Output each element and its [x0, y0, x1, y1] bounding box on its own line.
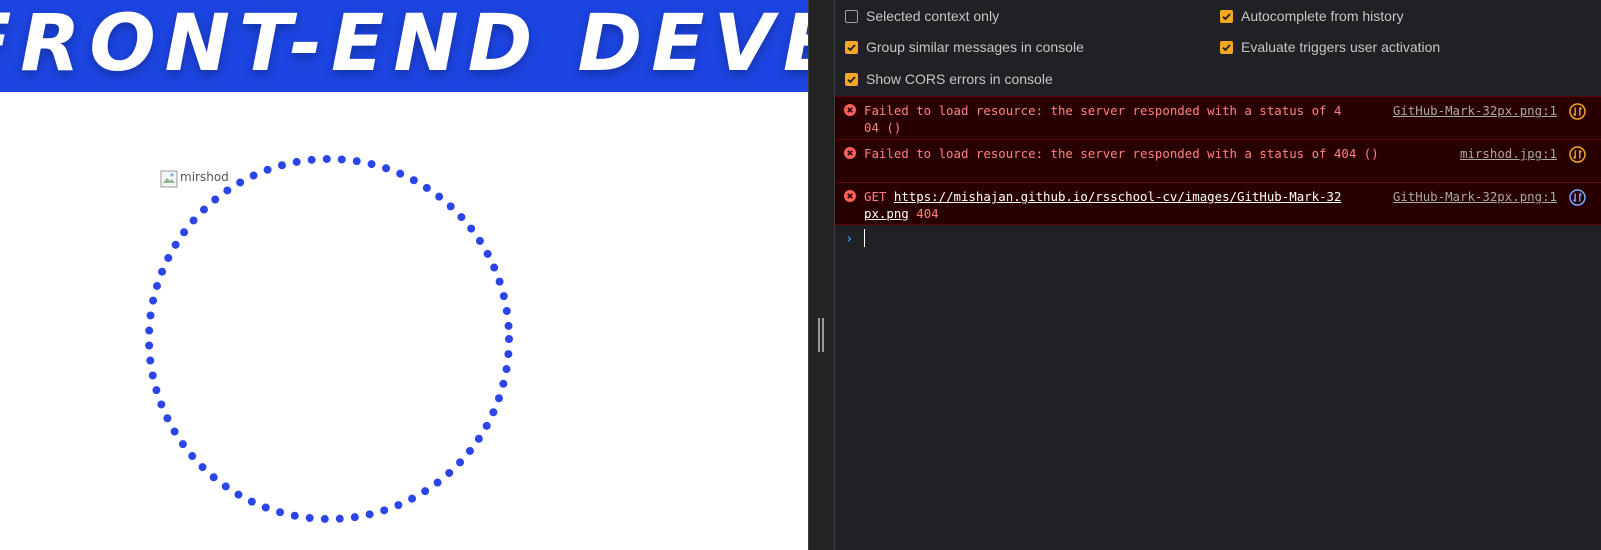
error-icon: [844, 104, 856, 116]
checkbox-checked-icon[interactable]: [1220, 9, 1233, 23]
status-code: 404: [916, 206, 939, 221]
setting-show-cors-errors[interactable]: Show CORS errors in console: [845, 71, 1053, 87]
setting-autocomplete-from-history[interactable]: Autocomplete from history: [1220, 8, 1404, 24]
avatar-alt-text: mirshod: [180, 170, 229, 184]
setting-label: Group similar messages in console: [866, 39, 1084, 55]
setting-group-similar-messages[interactable]: Group similar messages in console: [845, 39, 1084, 55]
avatar-dotted-border: [145, 155, 513, 523]
network-request-icon[interactable]: [1569, 103, 1586, 120]
console-error-message[interactable]: Failed to load resource: the server resp…: [835, 139, 1601, 182]
message-source-link[interactable]: GitHub-Mark-32px.png:1: [1393, 102, 1557, 119]
error-icon: [844, 147, 856, 159]
devtools-console-panel: Selected context only Autocomplete from …: [835, 0, 1601, 550]
checkbox-checked-icon[interactable]: [845, 40, 858, 54]
setting-evaluate-triggers-user-activation[interactable]: Evaluate triggers user activation: [1220, 39, 1440, 55]
prompt-chevron-icon: ›: [845, 231, 854, 247]
console-prompt[interactable]: ›: [835, 224, 1601, 251]
setting-label: Evaluate triggers user activation: [1241, 39, 1441, 55]
error-text: Failed to load resource: the server resp…: [864, 146, 1379, 161]
header-banner: FRONT-END DEVELOPER: [0, 0, 808, 92]
error-icon: [844, 190, 856, 202]
console-error-message[interactable]: GET https://mishajan.github.io/rsschool-…: [835, 182, 1601, 224]
message-source-link[interactable]: mirshod.jpg:1: [1460, 145, 1557, 162]
checkbox-checked-icon[interactable]: [1220, 40, 1233, 54]
error-text: GET https://mishajan.github.io/rsschool-…: [864, 188, 1344, 222]
network-request-icon[interactable]: [1569, 146, 1586, 163]
setting-label: Show CORS errors in console: [866, 71, 1053, 87]
checkbox-unchecked-icon[interactable]: [845, 9, 858, 23]
resize-grip-icon[interactable]: [818, 318, 824, 352]
error-text: Failed to load resource: the server resp…: [864, 103, 1342, 135]
avatar-image-broken: mirshod: [160, 170, 229, 188]
console-input[interactable]: [863, 230, 1563, 248]
banner-title: FRONT-END DEVELOPER: [0, 0, 808, 89]
panel-splitter[interactable]: [808, 0, 835, 550]
checkbox-checked-icon[interactable]: [845, 72, 858, 86]
broken-image-icon: [160, 170, 178, 188]
network-request-icon[interactable]: [1569, 189, 1586, 206]
console-error-message[interactable]: Failed to load resource: the server resp…: [835, 96, 1601, 139]
avatar: [145, 155, 513, 523]
setting-selected-context-only[interactable]: Selected context only: [845, 8, 999, 24]
page-viewport: FRONT-END DEVELOPER mirshod: [0, 0, 808, 550]
request-method: GET: [864, 189, 887, 204]
console-messages: Failed to load resource: the server resp…: [835, 96, 1601, 224]
message-source-link[interactable]: GitHub-Mark-32px.png:1: [1393, 188, 1557, 205]
setting-label: Selected context only: [866, 8, 1000, 24]
text-caret: [864, 229, 865, 247]
setting-label: Autocomplete from history: [1241, 8, 1404, 24]
console-settings: Selected context only Autocomplete from …: [835, 0, 1601, 96]
